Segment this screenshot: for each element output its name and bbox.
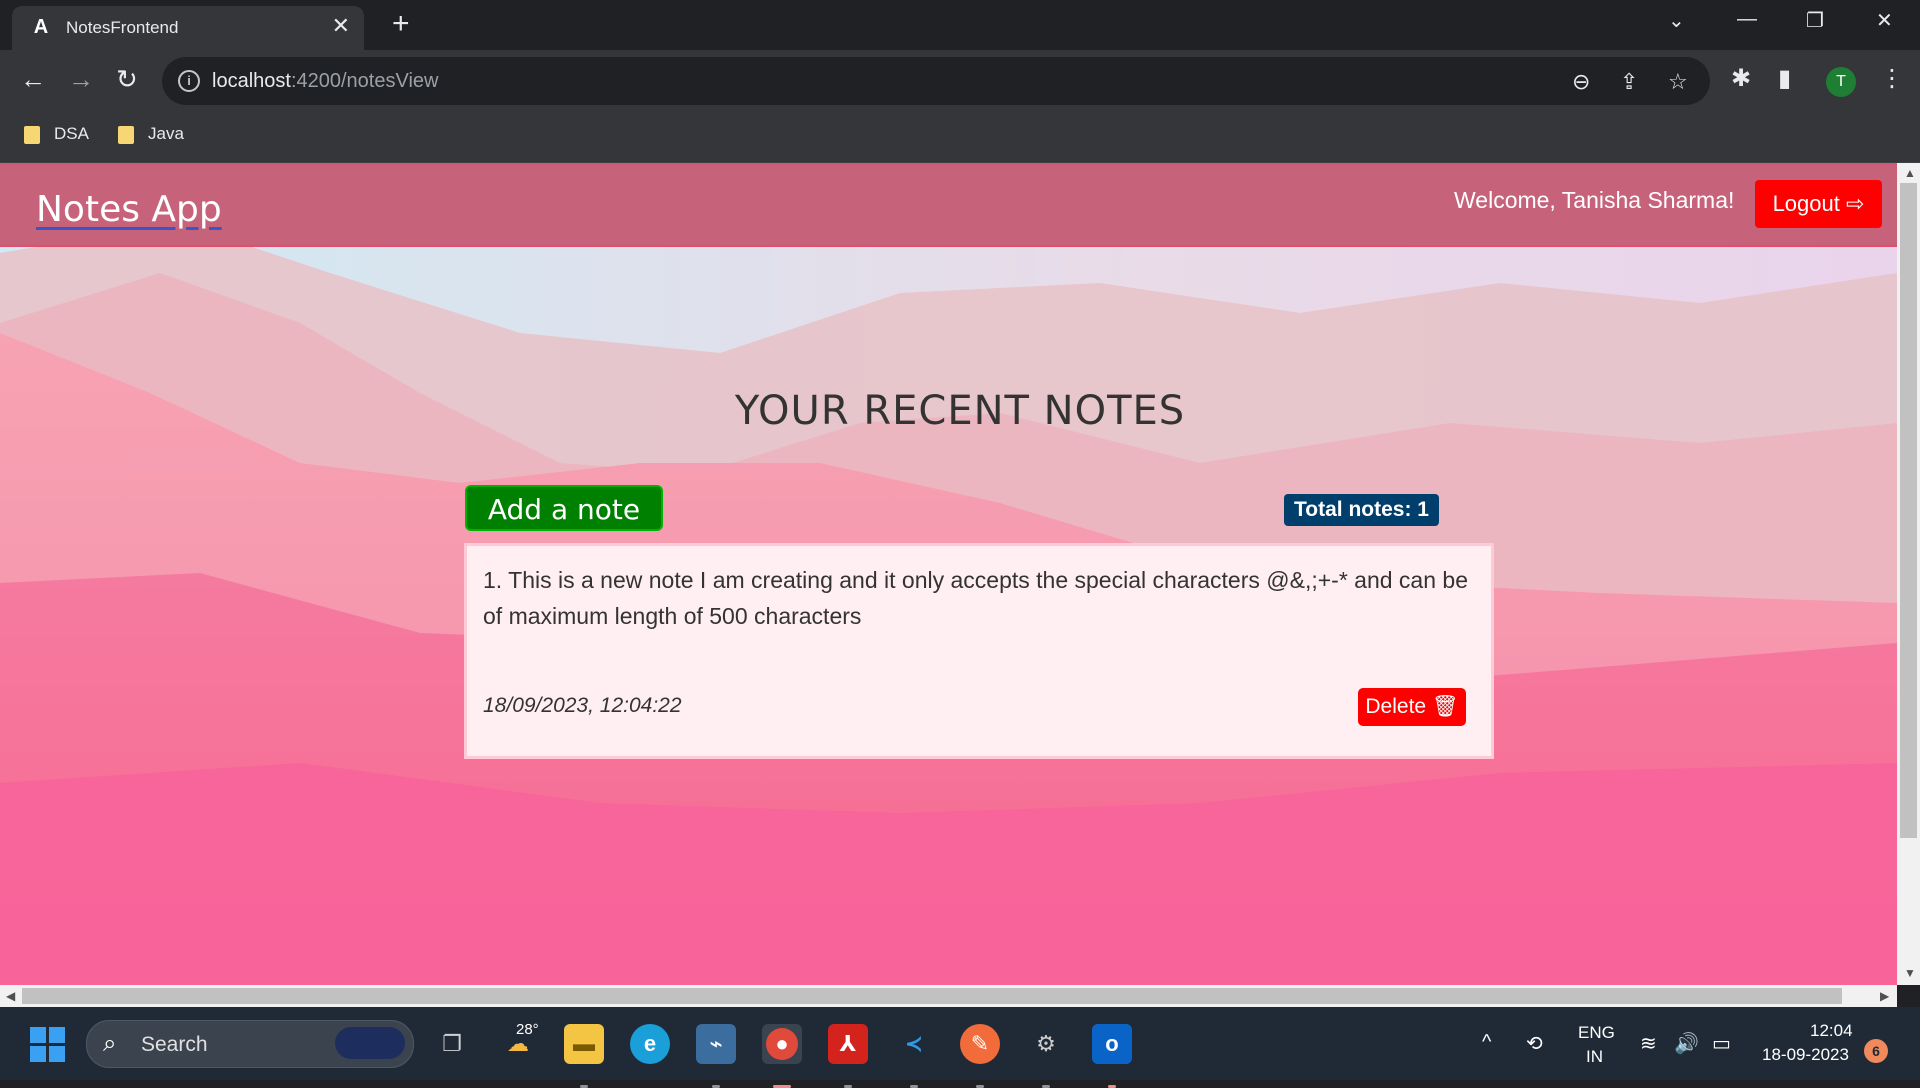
note-text: 1. This is a new note I am creating and … [483, 567, 1468, 629]
edge-icon[interactable]: e [630, 1024, 670, 1064]
app-navbar: Notes App Welcome, Tanisha Sharma! Logou… [0, 163, 1897, 247]
tab-title: NotesFrontend [66, 18, 179, 37]
weather-temperature: 28° [516, 1021, 539, 1038]
windows-start-icon[interactable] [30, 1027, 66, 1063]
page-viewport: Notes App Welcome, Tanisha Sharma! Logou… [0, 163, 1897, 985]
welcome-text: Welcome, Tanisha Sharma! [1454, 187, 1735, 213]
postman-icon[interactable]: ✎ [960, 1024, 1000, 1088]
vertical-scroll-thumb[interactable] [1900, 183, 1917, 838]
horizontal-scroll-thumb[interactable] [22, 988, 1842, 1004]
search-icon: ⌕ [103, 1030, 117, 1057]
chrome-icon[interactable]: ● [762, 1024, 802, 1088]
browser-tab[interactable]: A NotesFrontend ✕ [12, 6, 364, 50]
battery-icon[interactable]: ▭ [1712, 1031, 1731, 1056]
brand-link[interactable]: Notes App [36, 189, 222, 230]
forward-icon[interactable]: → [68, 64, 94, 94]
side-panel-icon[interactable]: ▮ [1778, 64, 1791, 93]
volume-icon[interactable]: 🔊 [1674, 1031, 1699, 1056]
scroll-right-arrow-icon[interactable]: ▶ [1880, 989, 1889, 1003]
note-timestamp: 18/09/2023, 12:04:22 [483, 694, 682, 717]
scroll-up-arrow-icon[interactable]: ▲ [1904, 166, 1916, 180]
language-region[interactable]: IN [1586, 1047, 1603, 1067]
bookmarks-bar: DSA Java [0, 112, 1920, 163]
profile-avatar[interactable]: T [1826, 67, 1856, 97]
zoom-icon[interactable]: ⊖ [1572, 69, 1590, 95]
close-tab-icon[interactable]: ✕ [332, 14, 350, 38]
tray-overflow-chevron-icon[interactable]: ^ [1482, 1031, 1491, 1054]
scroll-left-arrow-icon[interactable]: ◀ [6, 989, 15, 1003]
bookmark-dsa[interactable]: DSA [24, 124, 89, 144]
mysql-workbench-icon[interactable]: ⌁ [696, 1024, 736, 1088]
sync-icon[interactable]: ⟲ [1526, 1031, 1543, 1056]
scroll-down-arrow-icon[interactable]: ▼ [1904, 966, 1916, 980]
reload-icon[interactable]: ↻ [116, 64, 138, 94]
close-window-icon[interactable]: ✕ [1876, 8, 1893, 33]
notification-badge[interactable]: 6 [1864, 1039, 1888, 1063]
logout-icon: ⇨ [1845, 191, 1865, 216]
share-icon[interactable]: ⇪ [1620, 69, 1638, 95]
browser-menu-icon[interactable]: ⋮ [1880, 64, 1904, 93]
total-notes-badge: Total notes: 1 [1284, 494, 1439, 526]
outlook-icon[interactable]: o [1092, 1024, 1132, 1088]
tab-strip: A NotesFrontend ✕ + ⌄ — ❐ ✕ [0, 0, 1920, 50]
delete-note-button[interactable]: Delete 🗑 [1358, 688, 1466, 726]
tab-search-chevron-icon[interactable]: ⌄ [1668, 8, 1685, 33]
logout-button[interactable]: Logout ⇨ [1755, 180, 1882, 228]
trash-icon: 🗑 [1431, 695, 1459, 718]
url-text[interactable]: localhost:4200/notesView [212, 70, 438, 93]
bookmark-java[interactable]: Java [118, 124, 184, 144]
task-view-icon[interactable]: ❐ [432, 1024, 472, 1064]
folder-icon [118, 125, 134, 144]
clock-date[interactable]: 18-09-2023 [1762, 1045, 1849, 1065]
settings-gear-icon[interactable]: ⚙ [1026, 1024, 1066, 1088]
vscode-icon[interactable]: ≺ [894, 1024, 934, 1088]
language-code[interactable]: ENG [1578, 1023, 1615, 1043]
folder-icon [24, 125, 40, 144]
acrobat-icon[interactable]: ⅄ [828, 1024, 868, 1088]
restore-icon[interactable]: ❐ [1806, 8, 1824, 33]
extensions-icon[interactable]: ✱ [1731, 64, 1751, 93]
windows-taskbar: ⌕ Search ❐ ☁ 28° ▬ e ⌁ ● ⅄ ≺ ✎ ⚙ o ^ ⟲ E… [0, 1007, 1920, 1088]
clock-time[interactable]: 12:04 [1810, 1021, 1853, 1041]
add-note-button[interactable]: Add a note + [465, 485, 663, 570]
taskbar-search[interactable]: ⌕ Search [86, 1020, 414, 1068]
angular-favicon-icon: A [33, 16, 49, 38]
search-highlight-icon [335, 1027, 405, 1059]
browser-toolbar: ← → ↻ i localhost:4200/notesView ⊖ ⇪ ☆ [0, 50, 1920, 112]
file-explorer-icon[interactable]: ▬ [564, 1024, 604, 1088]
back-icon[interactable]: ← [20, 64, 46, 94]
search-placeholder: Search [141, 1033, 208, 1056]
new-tab-icon[interactable]: + [392, 8, 410, 40]
wifi-icon[interactable]: ≋ [1640, 1031, 1657, 1056]
minimize-icon[interactable]: — [1737, 8, 1757, 31]
page-title: YOUR RECENT NOTES [734, 388, 1186, 434]
address-bar[interactable]: i localhost:4200/notesView ⊖ ⇪ ☆ [162, 57, 1710, 105]
bookmark-star-icon[interactable]: ☆ [1668, 69, 1688, 95]
site-info-icon[interactable]: i [178, 70, 200, 92]
note-card: 1. This is a new note I am creating and … [464, 543, 1494, 759]
